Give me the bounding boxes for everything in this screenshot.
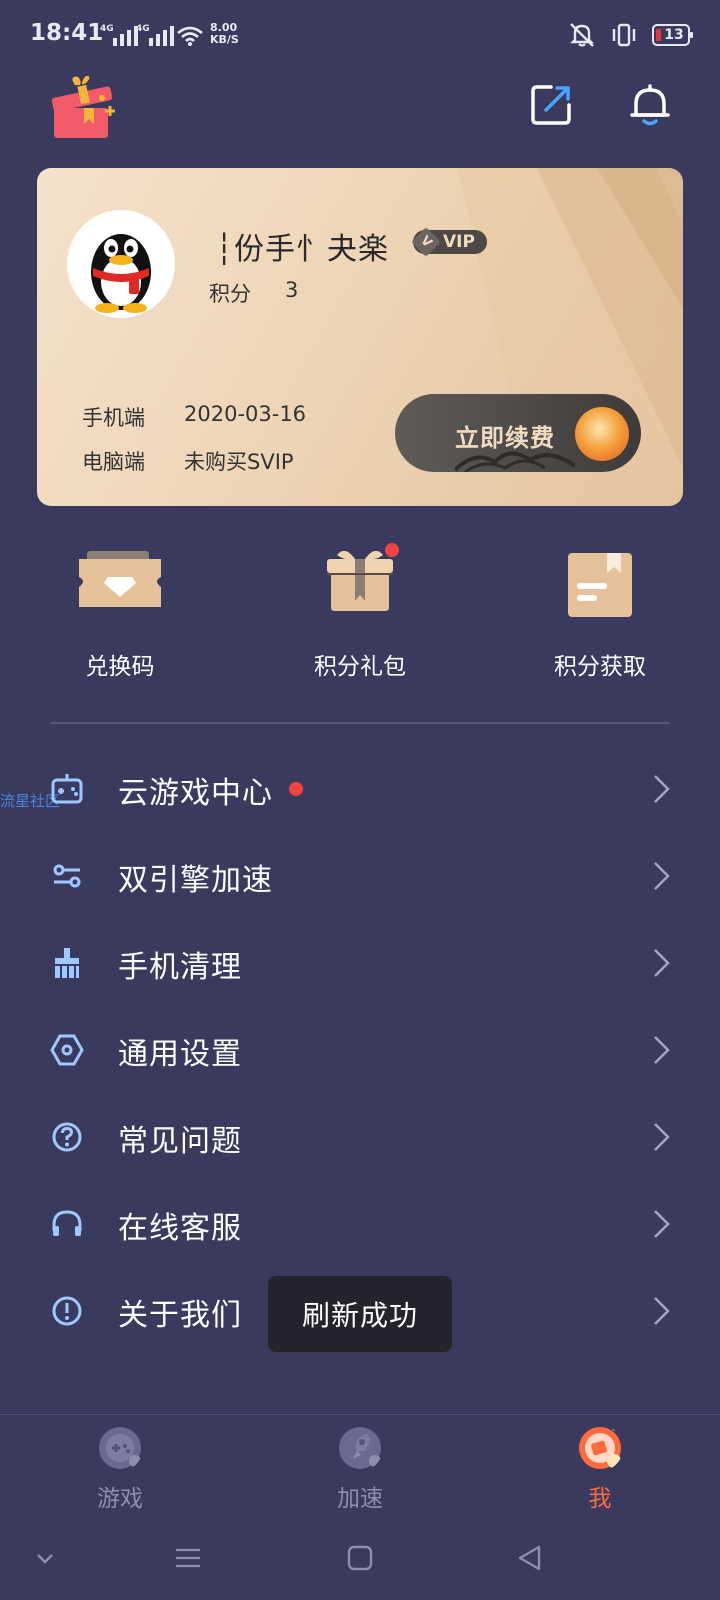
network-speed-unit: KB/S [210, 33, 239, 46]
settings-icon [50, 1034, 84, 1066]
nav-label-games: 游戏 [97, 1486, 143, 1512]
menu-label-dual-engine: 双引擎加速 [118, 863, 273, 898]
status-right: 13 [568, 22, 693, 48]
menu-label-cloud-game: 云游戏中心 [118, 776, 273, 811]
home-button[interactable] [340, 1538, 380, 1578]
hamburger-menu-icon [176, 1548, 200, 1568]
chevron-right-icon [654, 1036, 670, 1064]
vip-badge: VIP [413, 230, 487, 254]
info-icon [52, 1296, 82, 1326]
status-time: 18:41 [30, 20, 104, 46]
share-icon [531, 85, 571, 125]
points-label: 积分 [209, 282, 251, 306]
user-name: ┆份手忄夬楽 [215, 232, 390, 267]
points-gift-action[interactable]: 积分礼包 [280, 543, 440, 681]
gamepad-icon [51, 774, 83, 804]
redeem-code-action[interactable]: 兑换码 [40, 545, 200, 681]
points-value: 3 [285, 278, 299, 302]
redeem-code-label: 兑换码 [85, 654, 155, 680]
mobile-label: 手机端 [82, 406, 145, 430]
back-button[interactable] [510, 1538, 550, 1578]
question-icon [52, 1122, 82, 1152]
menu-label-support: 在线客服 [118, 1211, 242, 1246]
bottom-nav: 游戏 加速 我 [0, 1414, 720, 1513]
earn-points-action[interactable]: 积分获取 [520, 545, 680, 681]
cloud-game-notification-dot [289, 782, 303, 796]
battery-indicator: 13 [652, 24, 693, 46]
menu-label-faq: 常见问题 [118, 1124, 242, 1159]
renew-button[interactable]: 立即续费 [395, 394, 641, 472]
notifications-button[interactable] [625, 80, 675, 130]
renew-label: 立即续费 [455, 424, 555, 452]
pc-label: 电脑端 [82, 450, 145, 474]
lantern-icon [575, 407, 629, 461]
signal-type-2: 4G [136, 24, 150, 34]
profile-screen: 18:41 4G 4G 8.00 KB/S 13 ┆份手忄夬楽 V VIP 积分… [0, 0, 720, 1600]
menu-button[interactable] [168, 1538, 208, 1578]
games-tab-icon [99, 1427, 141, 1469]
earn-points-label: 积分获取 [554, 654, 646, 680]
profile-tab-icon [579, 1425, 621, 1469]
menu-item-phone-clean[interactable]: 手机清理 [0, 920, 720, 1006]
network-speed: 8.00 KB/S [210, 22, 239, 46]
chevron-right-icon [654, 862, 670, 890]
home-square-icon [347, 1545, 373, 1571]
signal-type-1: 4G [100, 24, 114, 34]
bell-icon [630, 84, 670, 126]
menu-label-about: 关于我们 [118, 1298, 242, 1333]
ticket-icon [75, 545, 165, 625]
bookmark-note-icon [555, 545, 645, 625]
mute-vibrate-icon [570, 23, 594, 47]
mobile-expiry: 2020-03-16 [184, 402, 307, 426]
system-nav-bar [0, 1510, 720, 1600]
vip-card: ┆份手忄夬楽 VIP 积分 3 手机端 2020-03-16 电脑端 未购买SV… [37, 168, 683, 506]
chevron-right-icon [654, 1210, 670, 1238]
broom-icon [55, 948, 79, 978]
qq-penguin-avatar-icon [91, 234, 151, 313]
nav-tab-me[interactable]: 我 [540, 1425, 660, 1513]
menu-label-phone-clean: 手机清理 [118, 950, 242, 985]
engine-icon [53, 864, 81, 888]
points-gift-label: 积分礼包 [314, 654, 406, 680]
nav-label-boost: 加速 [337, 1486, 383, 1512]
headset-icon [52, 1210, 82, 1236]
chevron-right-icon [654, 1123, 670, 1151]
wifi-icon [177, 26, 203, 46]
nav-tab-games[interactable]: 游戏 [60, 1425, 180, 1513]
gift-notification-dot [385, 543, 399, 557]
battery-level: 13 [664, 27, 684, 43]
menu-item-support[interactable]: 在线客服 [0, 1181, 720, 1267]
status-bar: 18:41 4G 4G 8.00 KB/S 13 [0, 0, 720, 70]
toast-message: 刷新成功 [268, 1276, 452, 1352]
menu-item-dual-engine[interactable]: 双引擎加速 [0, 833, 720, 919]
vibrate-icon [612, 23, 636, 47]
menu-item-settings[interactable]: 通用设置 [0, 1007, 720, 1093]
nav-tab-boost[interactable]: 加速 [300, 1425, 420, 1513]
gift-box-icon [315, 543, 405, 625]
menu-item-cloud-game[interactable]: 云游戏中心 [0, 746, 720, 832]
chevron-right-icon [654, 949, 670, 977]
menu-item-faq[interactable]: 常见问题 [0, 1094, 720, 1180]
user-avatar[interactable] [67, 210, 175, 318]
signal-bars-2-icon [149, 26, 174, 46]
gift-box-logo-icon[interactable] [50, 70, 120, 142]
back-triangle-icon [518, 1545, 541, 1571]
menu-label-settings: 通用设置 [118, 1037, 242, 1072]
pc-status: 未购买SVIP [184, 450, 294, 474]
collapse-button[interactable] [25, 1538, 65, 1578]
chevron-right-icon [654, 775, 670, 803]
chevron-right-icon [654, 1297, 670, 1325]
chevron-down-icon [37, 1554, 53, 1564]
signal-bars-1-icon [113, 26, 138, 46]
rocket-tab-icon [339, 1427, 381, 1469]
share-button[interactable] [526, 80, 576, 130]
nav-label-me: 我 [588, 1486, 612, 1512]
divider [50, 722, 670, 724]
